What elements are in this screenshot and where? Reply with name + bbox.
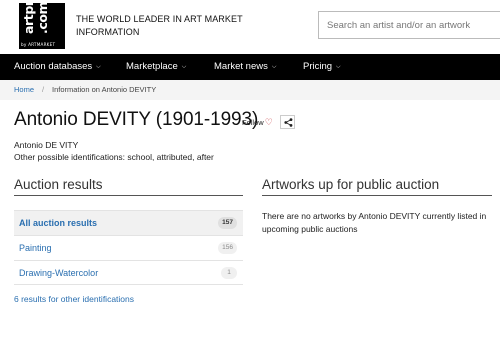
section-divider <box>14 195 243 196</box>
nav-label: Auction databases <box>14 61 93 72</box>
heart-icon: ♡ <box>264 117 273 127</box>
breadcrumb-home-link[interactable]: Home <box>14 80 34 100</box>
search-box[interactable] <box>318 11 500 39</box>
section-divider <box>262 195 492 196</box>
results-row-all[interactable]: All auction results 157 <box>14 210 243 235</box>
nav-marketplace[interactable]: Marketplace ⌵ <box>126 54 186 80</box>
follow-label: Follow <box>242 118 264 127</box>
auction-results-list: All auction results 157 Painting 156 Dra… <box>14 210 243 285</box>
follow-button[interactable]: Follow♡ <box>242 117 273 128</box>
results-row-label: Painting <box>19 243 52 253</box>
public-auction-heading: Artworks up for public auction <box>262 177 440 192</box>
breadcrumb-current: Information on Antonio DEVITY <box>52 85 157 94</box>
artprice-logo[interactable]: artprice .com by ARTMARKET <box>19 3 65 49</box>
logo-wordmark: artprice <box>21 3 36 34</box>
other-identifications-link[interactable]: 6 results for other identifications <box>14 294 134 304</box>
breadcrumb: Home / Information on Antonio DEVITY <box>0 80 500 100</box>
results-row-label: Drawing-Watercolor <box>19 268 99 278</box>
results-row-painting[interactable]: Painting 156 <box>14 235 243 260</box>
results-row-label: All auction results <box>19 218 98 228</box>
chevron-down-icon: ⌵ <box>271 64 277 70</box>
chevron-down-icon: ⌵ <box>181 64 187 70</box>
count-badge: 157 <box>218 217 237 229</box>
nav-auction-databases[interactable]: Auction databases ⌵ <box>14 54 101 80</box>
nav-label: Market news <box>214 61 268 72</box>
no-artworks-message: There are no artworks by Antonio DEVITY … <box>262 211 487 234</box>
results-row-drawing-watercolor[interactable]: Drawing-Watercolor 1 <box>14 260 243 285</box>
site-header: artprice .com by ARTMARKET THE WORLD LEA… <box>0 0 500 54</box>
chevron-down-icon: ⌵ <box>336 64 341 70</box>
count-badge: 1 <box>221 267 237 279</box>
auction-results-heading: Auction results <box>14 177 103 192</box>
share-button[interactable] <box>280 115 295 129</box>
logo-wordmark-suffix: .com <box>35 3 50 34</box>
nav-market-news[interactable]: Market news ⌵ <box>214 54 276 80</box>
share-icon <box>284 118 293 127</box>
breadcrumb-separator: / <box>42 85 45 94</box>
nav-pricing[interactable]: Pricing ⌵ <box>303 54 341 80</box>
search-input[interactable] <box>319 12 500 38</box>
chevron-down-icon: ⌵ <box>96 64 101 70</box>
page-title: Antonio DEVITY (1901-1993) <box>14 109 259 130</box>
logo-subtitle: by ARTMARKET <box>21 42 56 47</box>
nav-label: Pricing <box>303 61 333 72</box>
nav-label: Marketplace <box>126 61 178 72</box>
artist-alt-name: Antonio DE VITY <box>14 140 79 150</box>
count-badge: 156 <box>218 242 237 254</box>
site-tagline: THE WORLD LEADER IN ART MARKET INFORMATI… <box>76 14 243 37</box>
main-nav: Auction databases ⌵ Marketplace ⌵ Market n… <box>0 54 500 80</box>
other-identifications-text: Other possible identifications: school, … <box>14 152 214 162</box>
